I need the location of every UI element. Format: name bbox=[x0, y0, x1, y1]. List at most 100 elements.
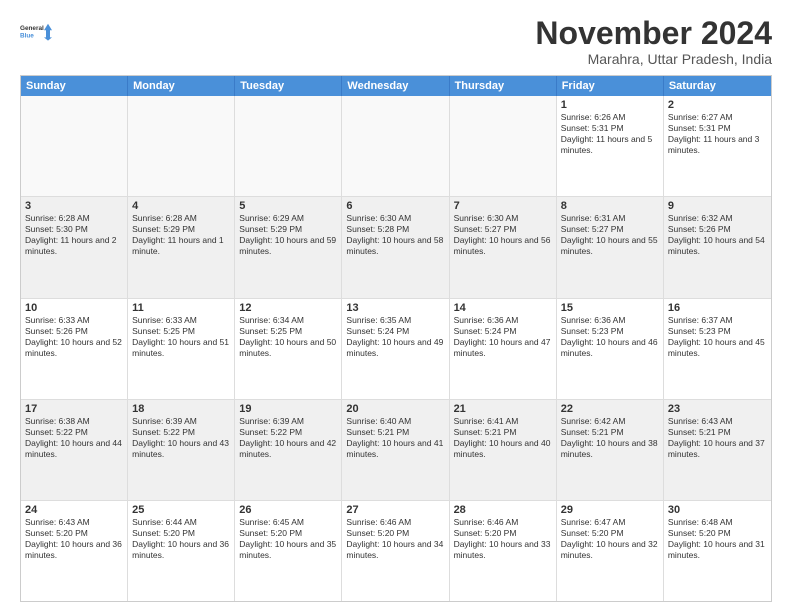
calendar-row-1: 3Sunrise: 6:28 AMSunset: 5:30 PMDaylight… bbox=[21, 197, 771, 298]
calendar-cell: 25Sunrise: 6:44 AMSunset: 5:20 PMDayligh… bbox=[128, 501, 235, 601]
cell-details: Sunrise: 6:46 AMSunset: 5:20 PMDaylight:… bbox=[454, 517, 552, 561]
cell-details: Sunrise: 6:38 AMSunset: 5:22 PMDaylight:… bbox=[25, 416, 123, 460]
header: GeneralBlue November 2024 Marahra, Uttar… bbox=[20, 16, 772, 67]
cell-details: Sunrise: 6:33 AMSunset: 5:26 PMDaylight:… bbox=[25, 315, 123, 359]
calendar-cell: 7Sunrise: 6:30 AMSunset: 5:27 PMDaylight… bbox=[450, 197, 557, 297]
title-block: November 2024 Marahra, Uttar Pradesh, In… bbox=[535, 16, 772, 67]
calendar-cell: 9Sunrise: 6:32 AMSunset: 5:26 PMDaylight… bbox=[664, 197, 771, 297]
cell-details: Sunrise: 6:43 AMSunset: 5:20 PMDaylight:… bbox=[25, 517, 123, 561]
logo-icon: GeneralBlue bbox=[20, 16, 52, 48]
day-number: 5 bbox=[239, 200, 337, 212]
cell-details: Sunrise: 6:31 AMSunset: 5:27 PMDaylight:… bbox=[561, 213, 659, 257]
calendar-cell: 26Sunrise: 6:45 AMSunset: 5:20 PMDayligh… bbox=[235, 501, 342, 601]
day-number: 2 bbox=[668, 99, 767, 111]
day-number: 30 bbox=[668, 504, 767, 516]
cell-details: Sunrise: 6:36 AMSunset: 5:23 PMDaylight:… bbox=[561, 315, 659, 359]
calendar-cell: 6Sunrise: 6:30 AMSunset: 5:28 PMDaylight… bbox=[342, 197, 449, 297]
day-number: 6 bbox=[346, 200, 444, 212]
page: GeneralBlue November 2024 Marahra, Uttar… bbox=[0, 0, 792, 612]
calendar: Sunday Monday Tuesday Wednesday Thursday… bbox=[20, 75, 772, 602]
day-number: 1 bbox=[561, 99, 659, 111]
day-number: 18 bbox=[132, 403, 230, 415]
cell-details: Sunrise: 6:39 AMSunset: 5:22 PMDaylight:… bbox=[239, 416, 337, 460]
calendar-cell: 16Sunrise: 6:37 AMSunset: 5:23 PMDayligh… bbox=[664, 299, 771, 399]
day-number: 15 bbox=[561, 302, 659, 314]
calendar-cell: 28Sunrise: 6:46 AMSunset: 5:20 PMDayligh… bbox=[450, 501, 557, 601]
calendar-row-0: 1Sunrise: 6:26 AMSunset: 5:31 PMDaylight… bbox=[21, 96, 771, 197]
calendar-cell bbox=[21, 96, 128, 196]
day-number: 4 bbox=[132, 200, 230, 212]
cell-details: Sunrise: 6:37 AMSunset: 5:23 PMDaylight:… bbox=[668, 315, 767, 359]
day-number: 23 bbox=[668, 403, 767, 415]
cell-details: Sunrise: 6:36 AMSunset: 5:24 PMDaylight:… bbox=[454, 315, 552, 359]
day-number: 24 bbox=[25, 504, 123, 516]
cell-details: Sunrise: 6:43 AMSunset: 5:21 PMDaylight:… bbox=[668, 416, 767, 460]
calendar-cell bbox=[450, 96, 557, 196]
cell-details: Sunrise: 6:39 AMSunset: 5:22 PMDaylight:… bbox=[132, 416, 230, 460]
cell-details: Sunrise: 6:34 AMSunset: 5:25 PMDaylight:… bbox=[239, 315, 337, 359]
calendar-cell: 5Sunrise: 6:29 AMSunset: 5:29 PMDaylight… bbox=[235, 197, 342, 297]
calendar-cell: 8Sunrise: 6:31 AMSunset: 5:27 PMDaylight… bbox=[557, 197, 664, 297]
day-number: 22 bbox=[561, 403, 659, 415]
calendar-cell: 2Sunrise: 6:27 AMSunset: 5:31 PMDaylight… bbox=[664, 96, 771, 196]
header-tuesday: Tuesday bbox=[235, 76, 342, 96]
day-number: 20 bbox=[346, 403, 444, 415]
cell-details: Sunrise: 6:46 AMSunset: 5:20 PMDaylight:… bbox=[346, 517, 444, 561]
calendar-cell: 23Sunrise: 6:43 AMSunset: 5:21 PMDayligh… bbox=[664, 400, 771, 500]
cell-details: Sunrise: 6:28 AMSunset: 5:29 PMDaylight:… bbox=[132, 213, 230, 257]
logo: GeneralBlue bbox=[20, 16, 52, 48]
day-number: 28 bbox=[454, 504, 552, 516]
calendar-cell bbox=[342, 96, 449, 196]
calendar-cell: 24Sunrise: 6:43 AMSunset: 5:20 PMDayligh… bbox=[21, 501, 128, 601]
calendar-cell: 22Sunrise: 6:42 AMSunset: 5:21 PMDayligh… bbox=[557, 400, 664, 500]
cell-details: Sunrise: 6:42 AMSunset: 5:21 PMDaylight:… bbox=[561, 416, 659, 460]
day-number: 13 bbox=[346, 302, 444, 314]
calendar-cell: 21Sunrise: 6:41 AMSunset: 5:21 PMDayligh… bbox=[450, 400, 557, 500]
day-number: 10 bbox=[25, 302, 123, 314]
day-number: 9 bbox=[668, 200, 767, 212]
svg-text:Blue: Blue bbox=[20, 32, 34, 39]
month-title: November 2024 bbox=[535, 16, 772, 51]
calendar-cell: 14Sunrise: 6:36 AMSunset: 5:24 PMDayligh… bbox=[450, 299, 557, 399]
day-number: 29 bbox=[561, 504, 659, 516]
cell-details: Sunrise: 6:44 AMSunset: 5:20 PMDaylight:… bbox=[132, 517, 230, 561]
calendar-cell: 15Sunrise: 6:36 AMSunset: 5:23 PMDayligh… bbox=[557, 299, 664, 399]
day-number: 27 bbox=[346, 504, 444, 516]
calendar-cell bbox=[128, 96, 235, 196]
calendar-cell: 17Sunrise: 6:38 AMSunset: 5:22 PMDayligh… bbox=[21, 400, 128, 500]
cell-details: Sunrise: 6:30 AMSunset: 5:27 PMDaylight:… bbox=[454, 213, 552, 257]
calendar-body: 1Sunrise: 6:26 AMSunset: 5:31 PMDaylight… bbox=[21, 96, 771, 601]
calendar-cell: 30Sunrise: 6:48 AMSunset: 5:20 PMDayligh… bbox=[664, 501, 771, 601]
day-number: 25 bbox=[132, 504, 230, 516]
header-sunday: Sunday bbox=[21, 76, 128, 96]
cell-details: Sunrise: 6:41 AMSunset: 5:21 PMDaylight:… bbox=[454, 416, 552, 460]
cell-details: Sunrise: 6:30 AMSunset: 5:28 PMDaylight:… bbox=[346, 213, 444, 257]
calendar-cell: 27Sunrise: 6:46 AMSunset: 5:20 PMDayligh… bbox=[342, 501, 449, 601]
day-number: 3 bbox=[25, 200, 123, 212]
cell-details: Sunrise: 6:40 AMSunset: 5:21 PMDaylight:… bbox=[346, 416, 444, 460]
calendar-cell: 19Sunrise: 6:39 AMSunset: 5:22 PMDayligh… bbox=[235, 400, 342, 500]
calendar-cell: 3Sunrise: 6:28 AMSunset: 5:30 PMDaylight… bbox=[21, 197, 128, 297]
calendar-cell: 12Sunrise: 6:34 AMSunset: 5:25 PMDayligh… bbox=[235, 299, 342, 399]
header-monday: Monday bbox=[128, 76, 235, 96]
day-number: 8 bbox=[561, 200, 659, 212]
day-number: 7 bbox=[454, 200, 552, 212]
day-number: 21 bbox=[454, 403, 552, 415]
calendar-cell: 11Sunrise: 6:33 AMSunset: 5:25 PMDayligh… bbox=[128, 299, 235, 399]
cell-details: Sunrise: 6:45 AMSunset: 5:20 PMDaylight:… bbox=[239, 517, 337, 561]
calendar-cell: 10Sunrise: 6:33 AMSunset: 5:26 PMDayligh… bbox=[21, 299, 128, 399]
cell-details: Sunrise: 6:29 AMSunset: 5:29 PMDaylight:… bbox=[239, 213, 337, 257]
cell-details: Sunrise: 6:28 AMSunset: 5:30 PMDaylight:… bbox=[25, 213, 123, 257]
svg-text:General: General bbox=[20, 25, 44, 32]
calendar-cell: 4Sunrise: 6:28 AMSunset: 5:29 PMDaylight… bbox=[128, 197, 235, 297]
day-number: 14 bbox=[454, 302, 552, 314]
day-number: 16 bbox=[668, 302, 767, 314]
calendar-cell: 13Sunrise: 6:35 AMSunset: 5:24 PMDayligh… bbox=[342, 299, 449, 399]
location: Marahra, Uttar Pradesh, India bbox=[535, 51, 772, 67]
cell-details: Sunrise: 6:47 AMSunset: 5:20 PMDaylight:… bbox=[561, 517, 659, 561]
calendar-cell: 18Sunrise: 6:39 AMSunset: 5:22 PMDayligh… bbox=[128, 400, 235, 500]
calendar-row-3: 17Sunrise: 6:38 AMSunset: 5:22 PMDayligh… bbox=[21, 400, 771, 501]
day-number: 11 bbox=[132, 302, 230, 314]
cell-details: Sunrise: 6:32 AMSunset: 5:26 PMDaylight:… bbox=[668, 213, 767, 257]
header-thursday: Thursday bbox=[450, 76, 557, 96]
